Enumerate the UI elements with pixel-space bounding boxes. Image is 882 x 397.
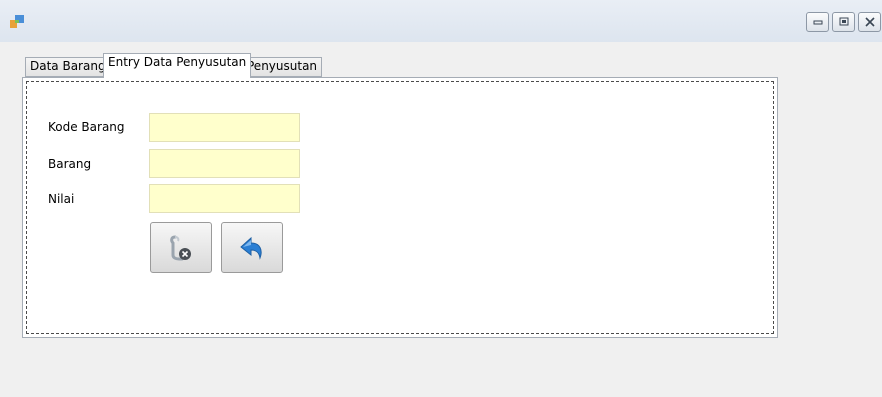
- form-group-box: [26, 81, 774, 334]
- minimize-icon: [813, 20, 823, 25]
- tab-penyusutan[interactable]: Penyusutan: [242, 57, 323, 77]
- close-icon: [865, 17, 875, 27]
- tab-label: Entry Data Penyusutan: [108, 55, 247, 69]
- delete-icon: [170, 235, 191, 261]
- maximize-button[interactable]: [832, 12, 855, 32]
- delete-button[interactable]: [150, 222, 212, 273]
- tab-label: Data Barang: [30, 59, 106, 73]
- tab-data-barang[interactable]: Data Barang: [25, 57, 111, 77]
- minimize-button[interactable]: [806, 12, 829, 32]
- tab-entry-data-penyusutan[interactable]: Entry Data Penyusutan: [103, 53, 252, 78]
- back-arrow-icon: [240, 236, 262, 260]
- title-bar: [0, 0, 882, 42]
- barang-label: Barang: [48, 157, 92, 171]
- kode-barang-label: Kode Barang: [48, 120, 125, 134]
- tab-label: Penyusutan: [247, 59, 318, 73]
- app-icon: [10, 15, 24, 29]
- barang-input[interactable]: [149, 149, 300, 178]
- tab-panel: [22, 77, 778, 338]
- close-button[interactable]: [858, 12, 881, 32]
- back-button[interactable]: [221, 222, 283, 273]
- kode-barang-input[interactable]: [149, 113, 300, 142]
- maximize-icon: [839, 17, 849, 26]
- nilai-label: Nilai: [48, 192, 75, 206]
- nilai-input[interactable]: [149, 184, 300, 213]
